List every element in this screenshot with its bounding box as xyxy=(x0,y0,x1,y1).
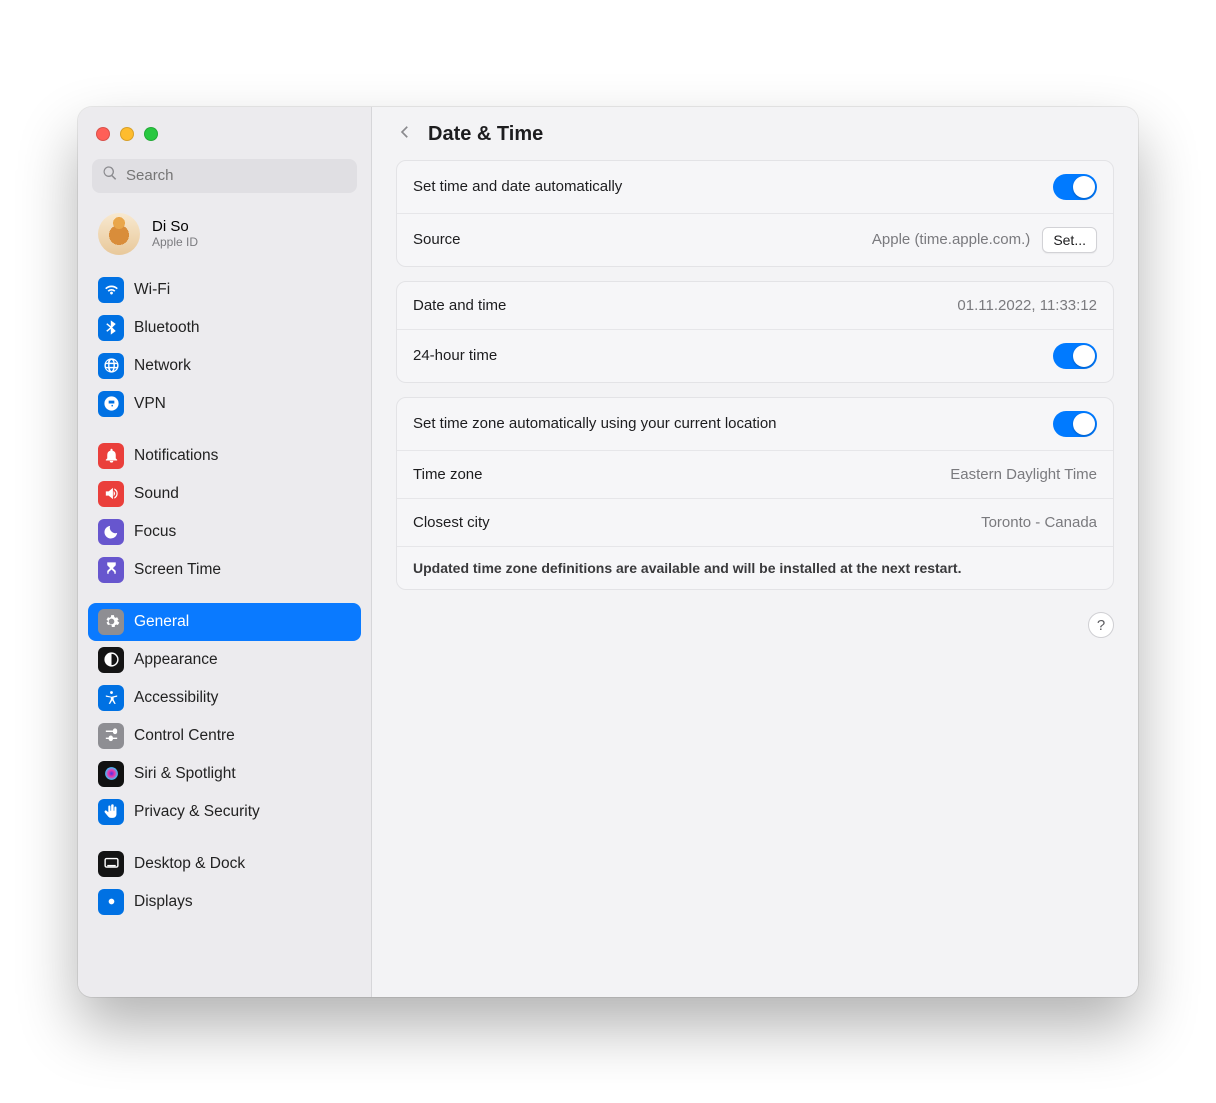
row-auto-datetime: Set time and date automatically xyxy=(397,161,1113,214)
row-24h: 24-hour time xyxy=(397,330,1113,382)
sidebar-item-control-centre[interactable]: Control Centre xyxy=(88,717,361,755)
account-header[interactable]: Di So Apple ID xyxy=(78,203,371,271)
wifi-icon xyxy=(98,277,124,303)
set-source-button[interactable]: Set... xyxy=(1042,227,1097,253)
sidebar-item-focus[interactable]: Focus xyxy=(88,513,361,551)
sidebar-group-general: General Appearance Accessibility Control Ce… xyxy=(88,603,361,831)
bluetooth-icon xyxy=(98,315,124,341)
sidebar-item-label: Screen Time xyxy=(134,561,221,579)
sidebar-item-label: Appearance xyxy=(134,651,218,669)
sidebar-item-label: Network xyxy=(134,357,191,375)
sidebar-item-accessibility[interactable]: Accessibility xyxy=(88,679,361,717)
source-label: Source xyxy=(413,231,461,248)
row-datetime: Date and time 01.11.2022, 11:33:12 xyxy=(397,282,1113,330)
sidebar-item-label: Desktop & Dock xyxy=(134,855,245,873)
back-button[interactable] xyxy=(396,123,414,146)
main-header: Date & Time xyxy=(372,107,1138,160)
sidebar-item-label: Focus xyxy=(134,523,176,541)
search-input[interactable] xyxy=(126,167,347,184)
sidebar-item-general[interactable]: General xyxy=(88,603,361,641)
help-button[interactable]: ? xyxy=(1088,612,1114,638)
display-icon xyxy=(98,889,124,915)
sidebar-item-desktop-dock[interactable]: Desktop & Dock xyxy=(88,845,361,883)
sidebar-group-focus: Notifications Sound Focus Screen Time xyxy=(88,437,361,589)
minimize-button[interactable] xyxy=(120,127,134,141)
tz-value: Eastern Daylight Time xyxy=(950,466,1097,483)
city-value: Toronto - Canada xyxy=(981,514,1097,531)
auto-tz-label: Set time zone automatically using your c… xyxy=(413,415,777,432)
avatar xyxy=(98,213,140,255)
sidebar-item-wi-fi[interactable]: Wi-Fi xyxy=(88,271,361,309)
datetime-label: Date and time xyxy=(413,297,506,314)
sidebar-item-appearance[interactable]: Appearance xyxy=(88,641,361,679)
sidebar-item-label: Wi-Fi xyxy=(134,281,170,299)
search-icon xyxy=(102,165,118,186)
hand-icon xyxy=(98,799,124,825)
auto-datetime-toggle[interactable] xyxy=(1053,174,1097,200)
sidebar-item-label: Notifications xyxy=(134,447,218,465)
page-title: Date & Time xyxy=(428,123,543,146)
sidebar-item-label: Control Centre xyxy=(134,727,235,745)
sidebar-item-label: General xyxy=(134,613,189,631)
sidebar-item-screen-time[interactable]: Screen Time xyxy=(88,551,361,589)
sidebar-item-vpn[interactable]: VPN xyxy=(88,385,361,423)
card-automatic: Set time and date automatically Source A… xyxy=(396,160,1114,267)
sidebar-item-bluetooth[interactable]: Bluetooth xyxy=(88,309,361,347)
siri-icon xyxy=(98,761,124,787)
card-datetime: Date and time 01.11.2022, 11:33:12 24-ho… xyxy=(396,281,1114,383)
sidebar-group-desktop: Desktop & Dock Displays xyxy=(88,845,361,921)
city-label: Closest city xyxy=(413,514,490,531)
24h-label: 24-hour time xyxy=(413,347,497,364)
auto-tz-toggle[interactable] xyxy=(1053,411,1097,437)
sidebar-item-privacy-security[interactable]: Privacy & Security xyxy=(88,793,361,831)
sidebar: Di So Apple ID Wi-Fi Bluetooth Network VPN … xyxy=(78,107,372,997)
sidebar-item-label: Siri & Spotlight xyxy=(134,765,236,783)
card-timezone: Set time zone automatically using your c… xyxy=(396,397,1114,591)
traffic-lights xyxy=(78,117,371,155)
source-value: Apple (time.apple.com.) xyxy=(872,231,1030,248)
tz-notice: Updated time zone definitions are availa… xyxy=(397,547,1113,590)
sidebar-item-network[interactable]: Network xyxy=(88,347,361,385)
sidebar-item-siri-spotlight[interactable]: Siri & Spotlight xyxy=(88,755,361,793)
moon-icon xyxy=(98,519,124,545)
appearance-icon xyxy=(98,647,124,673)
sidebar-item-sound[interactable]: Sound xyxy=(88,475,361,513)
row-city: Closest city Toronto - Canada xyxy=(397,499,1113,547)
auto-datetime-label: Set time and date automatically xyxy=(413,178,622,195)
controls-icon xyxy=(98,723,124,749)
gear-icon xyxy=(98,609,124,635)
24h-toggle[interactable] xyxy=(1053,343,1097,369)
sidebar-group-network: Wi-Fi Bluetooth Network VPN xyxy=(88,271,361,423)
chevron-left-icon xyxy=(396,123,414,141)
settings-window: Di So Apple ID Wi-Fi Bluetooth Network VPN … xyxy=(78,107,1138,997)
sidebar-item-displays[interactable]: Displays xyxy=(88,883,361,921)
sidebar-item-label: Accessibility xyxy=(134,689,218,707)
zoom-button[interactable] xyxy=(144,127,158,141)
vpn-icon xyxy=(98,391,124,417)
close-button[interactable] xyxy=(96,127,110,141)
globe-icon xyxy=(98,353,124,379)
sidebar-item-label: Displays xyxy=(134,893,193,911)
sidebar-item-label: Privacy & Security xyxy=(134,803,260,821)
account-sub: Apple ID xyxy=(152,235,198,249)
search-field[interactable] xyxy=(92,159,357,193)
sidebar-item-label: Sound xyxy=(134,485,179,503)
main-panel: Date & Time Set time and date automatica… xyxy=(372,107,1138,997)
account-name: Di So xyxy=(152,218,198,235)
sidebar-item-notifications[interactable]: Notifications xyxy=(88,437,361,475)
dock-icon xyxy=(98,851,124,877)
bell-icon xyxy=(98,443,124,469)
sidebar-item-label: VPN xyxy=(134,395,166,413)
accessibility-icon xyxy=(98,685,124,711)
tz-label: Time zone xyxy=(413,466,482,483)
hourglass-icon xyxy=(98,557,124,583)
row-tz: Time zone Eastern Daylight Time xyxy=(397,451,1113,499)
row-auto-tz: Set time zone automatically using your c… xyxy=(397,398,1113,451)
sidebar-item-label: Bluetooth xyxy=(134,319,200,337)
content: Set time and date automatically Source A… xyxy=(372,160,1138,663)
sidebar-list: Wi-Fi Bluetooth Network VPN Notifications So… xyxy=(78,271,371,935)
datetime-value: 01.11.2022, 11:33:12 xyxy=(957,297,1097,314)
speaker-icon xyxy=(98,481,124,507)
row-source: Source Apple (time.apple.com.) Set... xyxy=(397,214,1113,266)
